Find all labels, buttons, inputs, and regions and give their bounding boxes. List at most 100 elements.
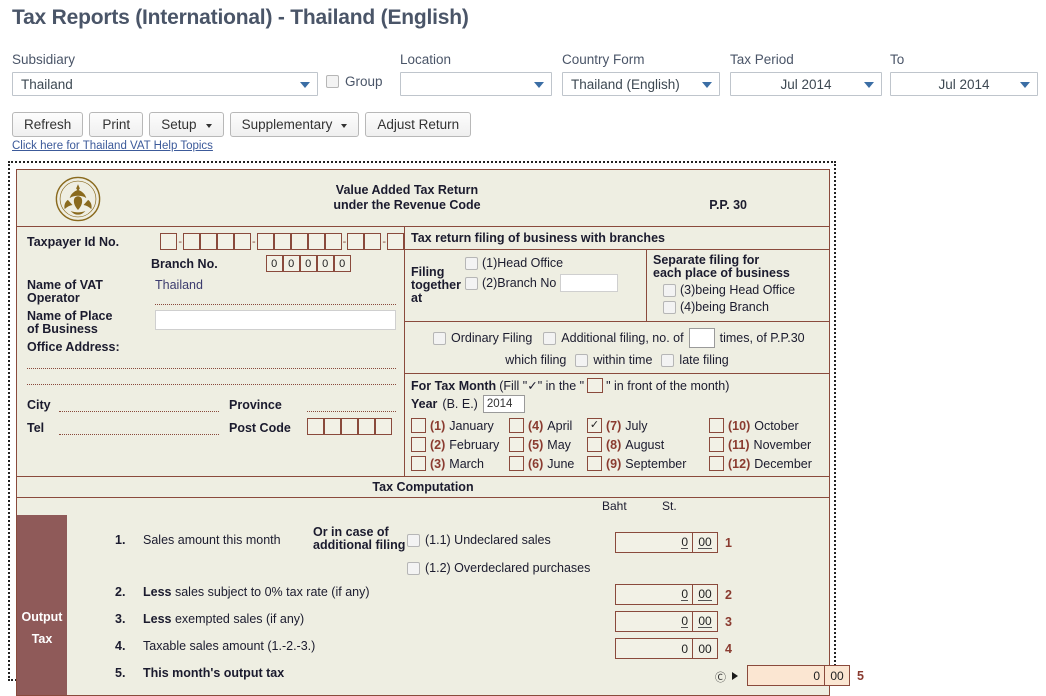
country-form-select[interactable]: Thailand (English) — [562, 72, 720, 96]
amount-satang-cell[interactable]: 00 — [692, 585, 717, 604]
print-button[interactable]: Print — [89, 112, 144, 137]
month-checkbox[interactable] — [509, 418, 524, 433]
filing-option-1[interactable]: (1)Head Office — [465, 256, 646, 270]
taxpayer-id-digit[interactable] — [160, 233, 178, 250]
tel-input[interactable] — [59, 422, 219, 435]
month-checkbox[interactable] — [411, 437, 426, 452]
post-code-digit[interactable] — [307, 418, 324, 435]
month-option-april[interactable]: (4) April — [509, 418, 587, 433]
post-code-digit[interactable] — [324, 418, 341, 435]
month-option-july[interactable]: ✓ (7) July — [587, 418, 709, 433]
month-option-december[interactable]: (12) December — [709, 456, 829, 471]
sub-option-overdeclared-purchases[interactable]: (1.2) Overdeclared purchases — [407, 561, 590, 575]
city-input[interactable] — [59, 399, 219, 412]
group-checkbox[interactable] — [326, 75, 339, 88]
month-option-january[interactable]: (1) January — [411, 418, 509, 433]
month-checkbox[interactable] — [509, 437, 524, 452]
group-checkbox-wrap[interactable]: Group — [326, 74, 383, 89]
post-code-input-group[interactable] — [307, 418, 392, 435]
vat-help-topics-link[interactable]: Click here for Thailand VAT Help Topics — [12, 140, 213, 152]
taxpayer-id-digit[interactable] — [273, 233, 291, 250]
branch-no-digit[interactable]: 0 — [316, 255, 334, 272]
drilldown-arrow-icon[interactable] — [732, 672, 738, 680]
post-code-digit[interactable] — [358, 418, 375, 435]
month-checkbox[interactable] — [709, 437, 724, 452]
overdeclared-purchases-checkbox[interactable] — [407, 561, 420, 575]
branch-no-digit[interactable]: 0 — [265, 255, 283, 272]
branch-no-input-group[interactable]: 00000 — [265, 255, 351, 272]
amount-baht-cell[interactable]: 0 — [616, 612, 692, 631]
amount-baht-cell[interactable]: 0 — [616, 585, 692, 604]
province-input[interactable] — [307, 399, 396, 412]
being-branch-checkbox[interactable] — [663, 300, 676, 314]
tax-period-select[interactable]: Jul 2014 — [730, 72, 882, 96]
amount-baht-cell[interactable]: 0 — [616, 533, 692, 552]
to-select[interactable]: Jul 2014 — [890, 72, 1038, 96]
supplementary-button[interactable]: Supplementary — [229, 112, 360, 137]
amount-field[interactable]: 0 00 — [615, 638, 718, 659]
amount-field[interactable]: 0 00 — [615, 584, 718, 605]
post-code-digit[interactable] — [375, 418, 392, 435]
month-checkbox[interactable] — [587, 437, 602, 452]
additional-filing-checkbox[interactable] — [543, 331, 557, 345]
amount-field[interactable]: 0 00 — [615, 532, 718, 553]
month-option-november[interactable]: (11) November — [709, 437, 829, 452]
year-input[interactable]: 2014 — [482, 395, 525, 413]
sub-option-undeclared-sales[interactable]: (1.1) Undeclared sales — [407, 533, 551, 547]
month-option-june[interactable]: (6) June — [509, 456, 587, 471]
month-checkbox[interactable] — [587, 456, 602, 471]
month-checkbox[interactable] — [709, 418, 724, 433]
info-icon[interactable]: Ⓒ — [715, 669, 726, 685]
taxpayer-id-digit[interactable] — [347, 233, 365, 250]
location-select[interactable] — [400, 72, 552, 96]
late-filing-checkbox[interactable] — [661, 353, 675, 367]
taxpayer-id-input-group[interactable]: ---- — [160, 233, 404, 250]
setup-button[interactable]: Setup — [149, 112, 224, 137]
amount-field[interactable]: 0 00 — [615, 611, 718, 632]
branch-no-digit[interactable]: 0 — [282, 255, 300, 272]
amount-baht-cell[interactable]: 0 — [616, 639, 692, 658]
filing-option-3[interactable]: (3)being Head Office — [663, 283, 829, 297]
month-checkbox[interactable] — [411, 456, 426, 471]
month-checkbox[interactable] — [411, 418, 426, 433]
taxpayer-id-digit[interactable] — [307, 233, 325, 250]
adjust-return-button[interactable]: Adjust Return — [365, 112, 472, 137]
taxpayer-id-digit[interactable] — [256, 233, 274, 250]
taxpayer-id-digit[interactable] — [290, 233, 308, 250]
within-time-checkbox[interactable] — [575, 353, 589, 367]
head-office-checkbox[interactable] — [465, 256, 478, 270]
additional-times-input[interactable] — [688, 328, 715, 348]
subsidiary-select[interactable]: Thailand — [12, 72, 318, 96]
filing-option-4[interactable]: (4)being Branch — [663, 300, 829, 314]
month-option-august[interactable]: (8) August — [587, 437, 709, 452]
undeclared-sales-checkbox[interactable] — [407, 533, 420, 547]
taxpayer-id-digit[interactable] — [233, 233, 251, 250]
branch-no-checkbox[interactable] — [465, 276, 478, 290]
month-option-may[interactable]: (5) May — [509, 437, 587, 452]
refresh-button[interactable]: Refresh — [12, 112, 84, 137]
taxpayer-id-digit[interactable] — [364, 233, 382, 250]
amount-satang-cell[interactable]: 00 — [692, 533, 717, 552]
month-checkbox-checked[interactable]: ✓ — [587, 418, 602, 433]
month-option-october[interactable]: (10) October — [709, 418, 829, 433]
place-of-business-input[interactable] — [155, 310, 396, 330]
filing-option-2[interactable]: (2)Branch No — [465, 274, 646, 292]
taxpayer-id-digit[interactable] — [387, 233, 404, 250]
month-option-september[interactable]: (9) September — [587, 456, 709, 471]
amount-field[interactable]: 0 00 — [747, 665, 850, 686]
month-option-february[interactable]: (2) February — [411, 437, 509, 452]
month-option-march[interactable]: (3) March — [411, 456, 509, 471]
taxpayer-id-digit[interactable] — [182, 233, 200, 250]
month-checkbox[interactable] — [509, 456, 524, 471]
taxpayer-id-digit[interactable] — [324, 233, 342, 250]
amount-satang-cell[interactable]: 00 — [692, 612, 717, 631]
taxpayer-id-digit[interactable] — [199, 233, 217, 250]
branch-no-digit[interactable]: 0 — [299, 255, 317, 272]
taxpayer-id-digit[interactable] — [216, 233, 234, 250]
being-head-office-checkbox[interactable] — [663, 283, 676, 297]
address-line-1[interactable] — [27, 368, 396, 369]
ordinary-filing-checkbox[interactable] — [433, 331, 446, 345]
branch-no-digit[interactable]: 0 — [333, 255, 351, 272]
branch-no-text-input[interactable] — [560, 274, 619, 292]
post-code-digit[interactable] — [341, 418, 358, 435]
